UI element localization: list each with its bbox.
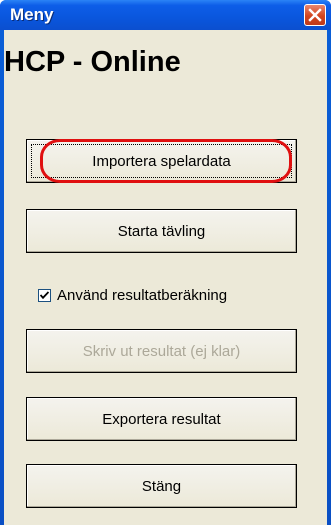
use-result-calculation-option[interactable]: Använd resultatberäkning	[38, 286, 227, 304]
checkbox-label: Använd resultatberäkning	[57, 286, 228, 304]
title-bar[interactable]: Meny	[0, 0, 331, 30]
checkmark-icon	[40, 290, 49, 299]
export-button-label: Exportera resultat	[102, 410, 221, 428]
import-player-data-button[interactable]: Importera spelardata	[26, 139, 297, 183]
close-button[interactable]: Stäng	[26, 464, 297, 508]
print-results-button[interactable]: Skriv ut resultat (ej klar)	[26, 329, 297, 373]
close-button-label: Stäng	[141, 477, 182, 495]
export-results-button[interactable]: Exportera resultat	[26, 397, 297, 441]
page-title: HCP - Online	[4, 46, 181, 78]
use-result-calculation-checkbox[interactable]	[38, 288, 51, 302]
dialog-body	[4, 30, 327, 525]
window-title: Meny	[10, 5, 54, 24]
start-button-label: Starta tävling	[117, 222, 206, 240]
close-icon	[308, 8, 322, 22]
print-button-label: Skriv ut resultat (ej klar)	[82, 342, 241, 360]
import-button-label: Importera spelardata	[92, 152, 231, 170]
close-window-button[interactable]	[304, 4, 326, 26]
start-competition-button[interactable]: Starta tävling	[26, 209, 297, 253]
